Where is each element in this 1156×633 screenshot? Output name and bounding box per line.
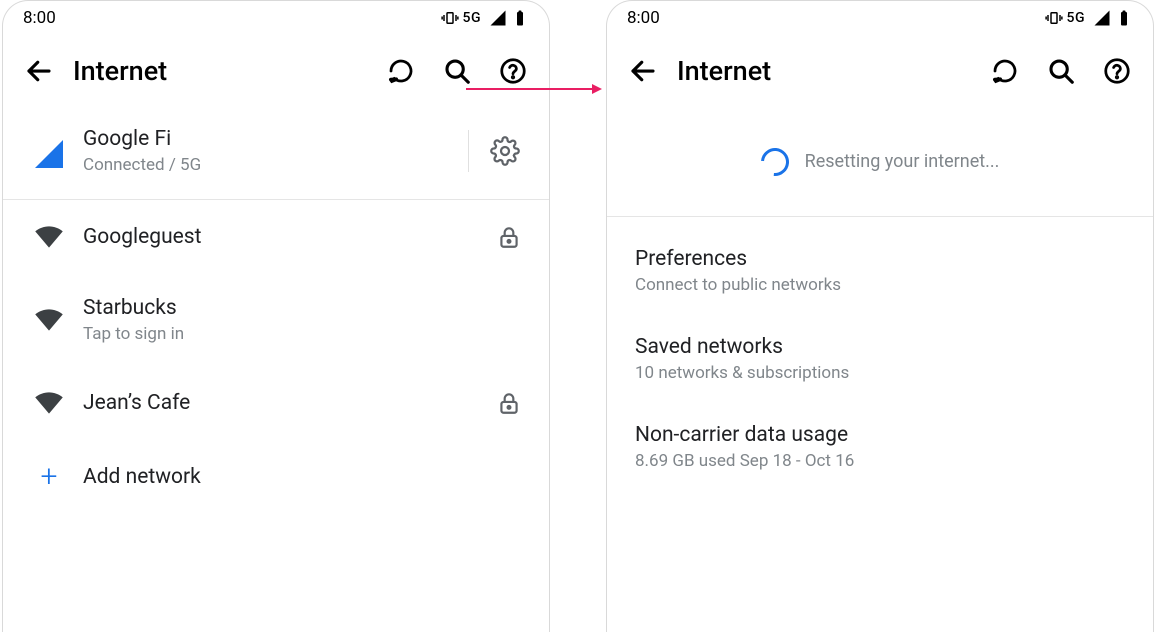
carrier-row[interactable]: Google Fi Connected / 5G	[3, 107, 549, 200]
battery-icon	[1115, 9, 1133, 27]
wifi-row[interactable]: Jean’s Cafe	[3, 366, 549, 440]
wifi-row[interactable]: Googleguest	[3, 200, 549, 274]
plus-icon: +	[41, 462, 58, 492]
wifi-ssid: Googleguest	[83, 225, 489, 249]
add-network-row[interactable]: + Add network	[3, 440, 549, 514]
pref-subtitle: 8.69 GB used Sep 18 - Oct 16	[635, 451, 1125, 471]
status-time: 8:00	[23, 8, 56, 28]
divider	[468, 130, 469, 172]
status-bar: 8:00 5G	[607, 1, 1153, 35]
app-bar: Internet	[3, 35, 549, 107]
page-title: Internet	[73, 55, 167, 87]
wifi-ssid: Jean’s Cafe	[83, 391, 489, 415]
back-button[interactable]	[615, 43, 671, 99]
wifi-row[interactable]: Starbucks Tap to sign in	[3, 274, 549, 366]
reset-banner: Resetting your internet...	[607, 107, 1153, 217]
wifi-ssid: Starbucks	[83, 296, 489, 320]
signal-icon	[1093, 9, 1111, 27]
carrier-status: Connected / 5G	[83, 155, 456, 175]
signal-icon	[489, 9, 507, 27]
status-network-label: 5G	[1067, 10, 1086, 26]
page-title: Internet	[677, 55, 771, 87]
search-button[interactable]	[429, 43, 485, 99]
carrier-settings-button[interactable]	[481, 127, 529, 175]
wifi-icon	[23, 222, 75, 252]
vibrate-icon	[1045, 9, 1063, 27]
lock-icon	[489, 224, 529, 250]
lock-icon	[489, 390, 529, 416]
reset-button[interactable]	[373, 43, 429, 99]
search-button[interactable]	[1033, 43, 1089, 99]
phone-frame-right: 8:00 5G Internet	[606, 0, 1154, 632]
cellular-signal-icon	[35, 140, 63, 168]
status-time: 8:00	[627, 8, 660, 28]
status-network-label: 5G	[463, 10, 482, 26]
reset-button[interactable]	[977, 43, 1033, 99]
preference-row[interactable]: Preferences Connect to public networks	[607, 227, 1153, 315]
help-button[interactable]	[1089, 43, 1145, 99]
app-bar: Internet	[607, 35, 1153, 107]
phone-frame-left: 8:00 5G Internet	[2, 0, 550, 632]
pref-title: Preferences	[635, 247, 1125, 271]
preference-row[interactable]: Saved networks 10 networks & subscription…	[607, 315, 1153, 403]
help-button[interactable]	[485, 43, 541, 99]
pref-title: Saved networks	[635, 335, 1125, 359]
pref-subtitle: Connect to public networks	[635, 275, 1125, 295]
reset-label: Resetting your internet...	[805, 151, 1000, 172]
spinner-icon	[755, 142, 794, 181]
flow-arrow	[466, 88, 601, 90]
wifi-icon	[23, 305, 75, 335]
pref-title: Non-carrier data usage	[635, 423, 1125, 447]
back-button[interactable]	[11, 43, 67, 99]
wifi-subtitle: Tap to sign in	[83, 324, 489, 344]
carrier-name: Google Fi	[83, 127, 456, 151]
status-bar: 8:00 5G	[3, 1, 549, 35]
vibrate-icon	[441, 9, 459, 27]
preference-row[interactable]: Non-carrier data usage 8.69 GB used Sep 1…	[607, 403, 1153, 491]
add-network-label: Add network	[83, 465, 529, 489]
wifi-icon	[23, 388, 75, 418]
pref-subtitle: 10 networks & subscriptions	[635, 363, 1125, 383]
battery-icon	[511, 9, 529, 27]
